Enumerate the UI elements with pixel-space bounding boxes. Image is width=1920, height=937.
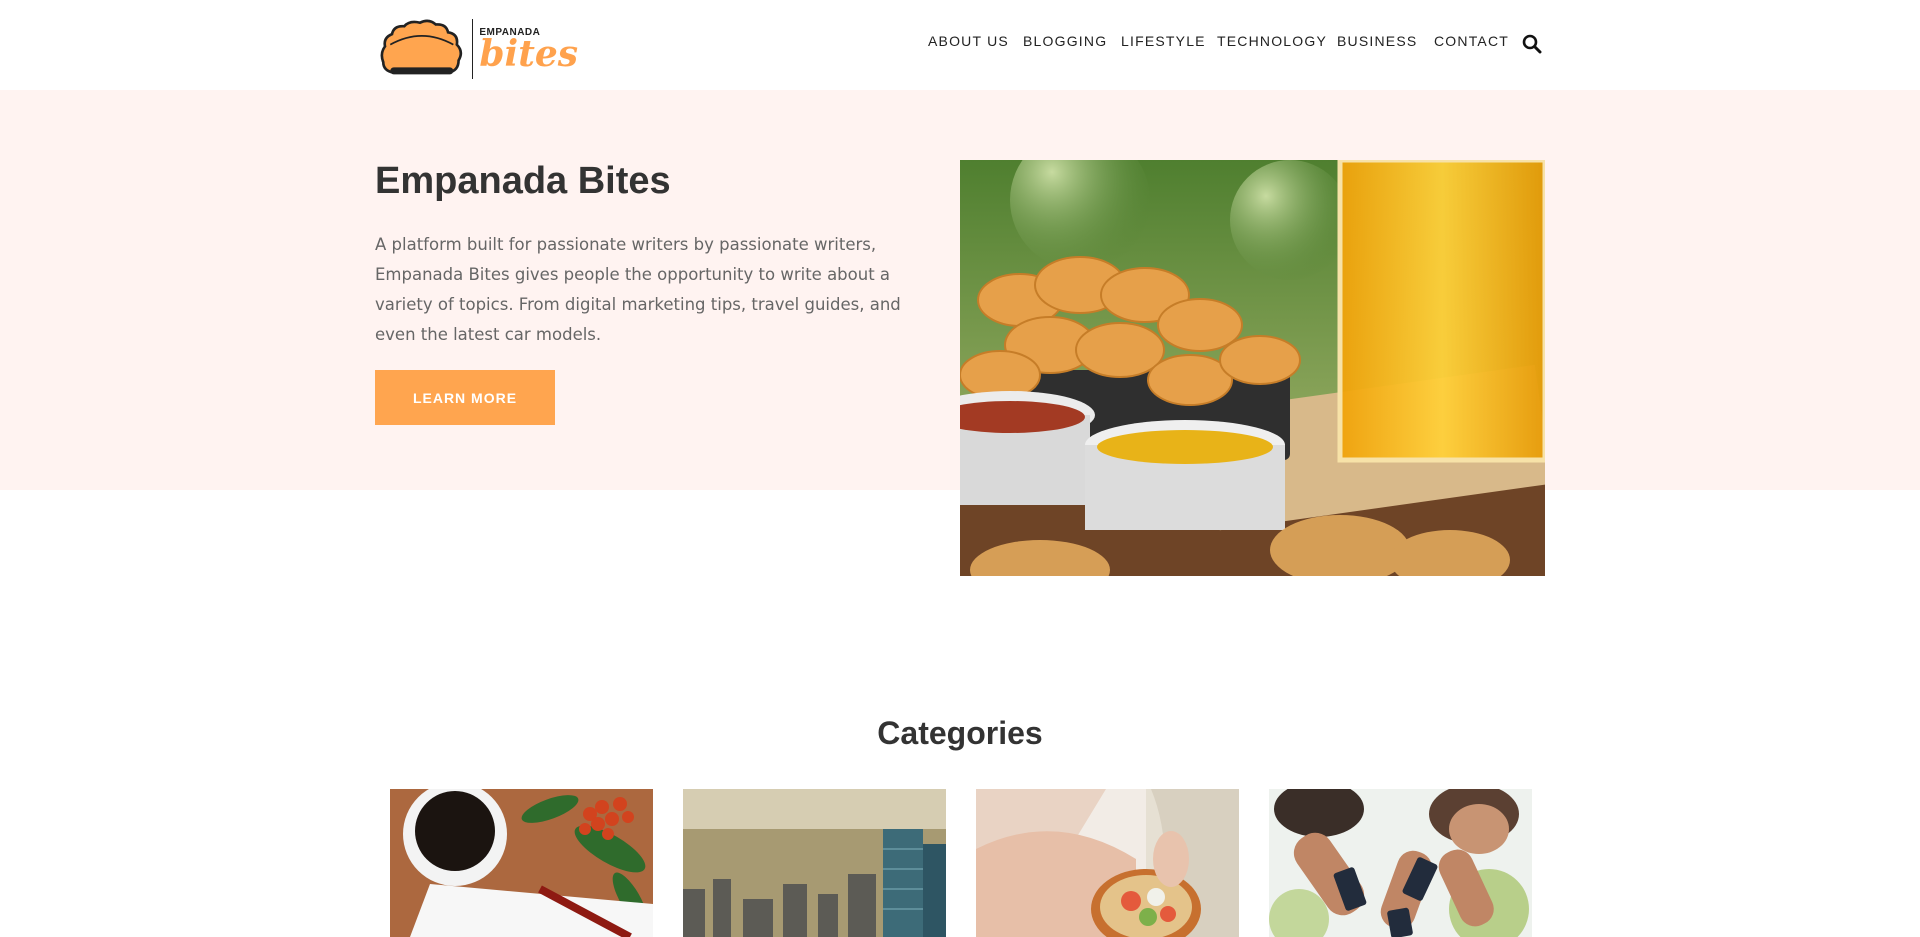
main-nav: ABOUT US BLOGGING LIFESTYLE TECHNOLOGY B… (0, 33, 1920, 57)
hero-food-image (960, 160, 1545, 576)
people-phones-image (1269, 789, 1532, 937)
nav-contact[interactable]: CONTACT (1434, 33, 1509, 49)
nav-blogging[interactable]: BLOGGING (1023, 33, 1107, 49)
salad-bowl-image (976, 789, 1239, 937)
hero-title: Empanada Bites (375, 160, 671, 202)
category-card[interactable] (1269, 789, 1532, 937)
categories-title: Categories (877, 715, 1043, 751)
site-header: EMPANADA bites ABOUT US BLOGGING LIFESTY… (0, 0, 1920, 90)
hero-image-illustration (960, 160, 1545, 576)
category-card[interactable] (683, 789, 946, 937)
hero-description: A platform built for passionate writers … (375, 235, 901, 344)
nav-about-us[interactable]: ABOUT US (928, 33, 1009, 49)
category-card[interactable] (976, 789, 1239, 937)
learn-more-button[interactable]: LEARN MORE (375, 370, 555, 425)
coffee-notebook-image (390, 789, 653, 937)
nav-business[interactable]: BUSINESS (1337, 33, 1417, 49)
nav-technology[interactable]: TECHNOLOGY (1217, 33, 1327, 49)
nav-lifestyle[interactable]: LIFESTYLE (1121, 33, 1206, 49)
category-card[interactable] (390, 789, 653, 937)
city-skyline-image (683, 789, 946, 937)
search-icon[interactable] (1522, 34, 1542, 54)
